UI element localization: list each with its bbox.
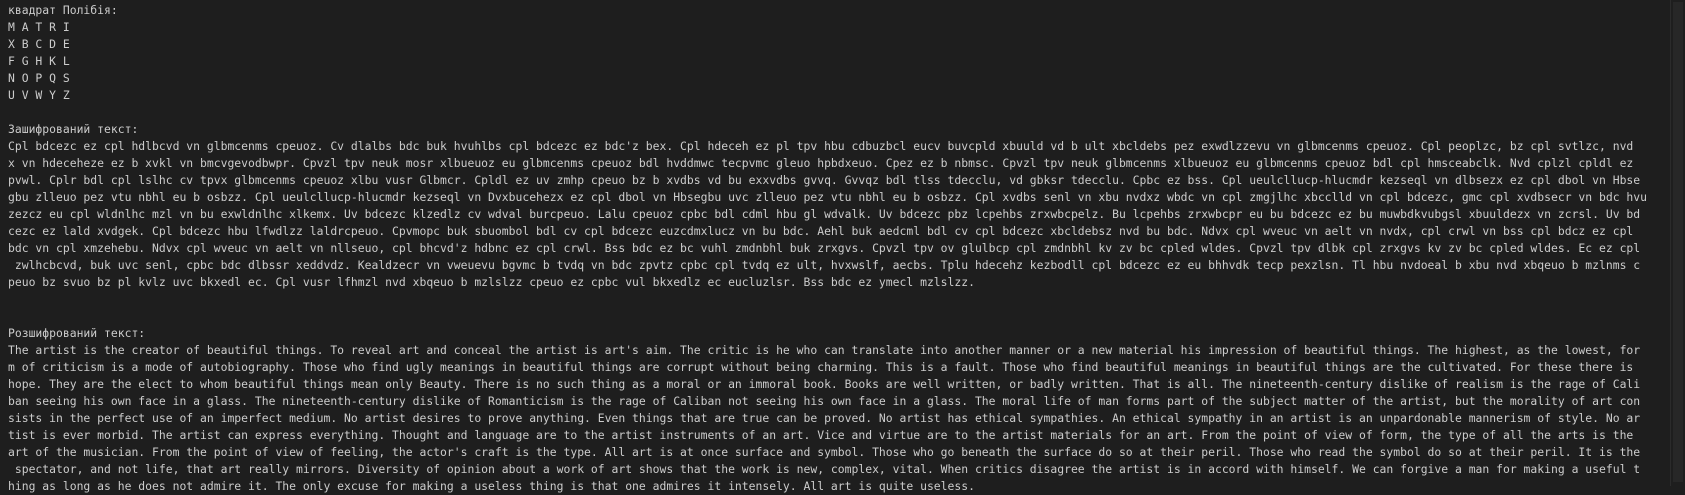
decrypted-line: ban seeing his own face in a glass. The …: [8, 394, 1641, 408]
vertical-scrollbar[interactable]: [1670, 0, 1685, 486]
decrypted-line: hope. They are the elect to whom beautif…: [8, 377, 1641, 391]
polybius-heading: квадрат Полібія:: [8, 3, 118, 17]
decrypted-line: tist is ever morbid. The artist can expr…: [8, 428, 1634, 442]
encrypted-line: pvwl. Cplr bdl cpl lslhc cv tpvx glbmcen…: [8, 173, 1641, 187]
encrypted-heading: Зашифрований текст:: [8, 122, 139, 136]
encrypted-line: cezc ez lald xvdgek. Cpl bdcezc hbu lfwd…: [8, 224, 1634, 238]
encrypted-line: peuo bz svuo bz pl kvlz uvc bkxedl ec. C…: [8, 275, 975, 289]
decrypted-line: hing as long as he does not admire it. T…: [8, 479, 975, 493]
encrypted-line: gbu zlleuo pez vtu nbhl eu b osbzz. Cpl …: [8, 190, 1648, 204]
decrypted-line: spectator, and not life, that art really…: [8, 462, 1641, 476]
terminal-output: квадрат Полібія: M A T R I X B C D E F G…: [8, 2, 1668, 493]
polybius-row: X B C D E: [8, 37, 70, 51]
decrypted-line: m of criticism is a mode of autobiograph…: [8, 360, 1634, 374]
polybius-row: F G H K L: [8, 54, 70, 68]
decrypted-line: sists in the perfect use of an imperfect…: [8, 411, 1641, 425]
polybius-row: U V W Y Z: [8, 88, 70, 102]
encrypted-line: bdc vn cpl xmzehebu. Ndvx cpl wveuc vn a…: [8, 241, 1641, 255]
decrypted-line: art of the musician. From the point of v…: [8, 445, 1641, 459]
scrollbar-thumb[interactable]: [1673, 2, 1683, 482]
encrypted-line: zwlhcbcvd, buk uvc senl, cpbc bdc dlbssr…: [8, 258, 1641, 272]
encrypted-line: x vn hdeceheze ez b xvkl vn bmcvgevodbwp…: [8, 156, 1634, 170]
polybius-row: N O P Q S: [8, 71, 70, 85]
decrypted-heading: Розшифрований текст:: [8, 326, 146, 340]
polybius-row: M A T R I: [8, 20, 70, 34]
encrypted-line: zezcz eu cpl wldnlhc mzl vn bu exwldnlhc…: [8, 207, 1641, 221]
decrypted-line: The artist is the creator of beautiful t…: [8, 343, 1641, 357]
encrypted-line: Cpl bdcezc ez cpl hdlbcvd vn glbmcenms c…: [8, 139, 1634, 153]
